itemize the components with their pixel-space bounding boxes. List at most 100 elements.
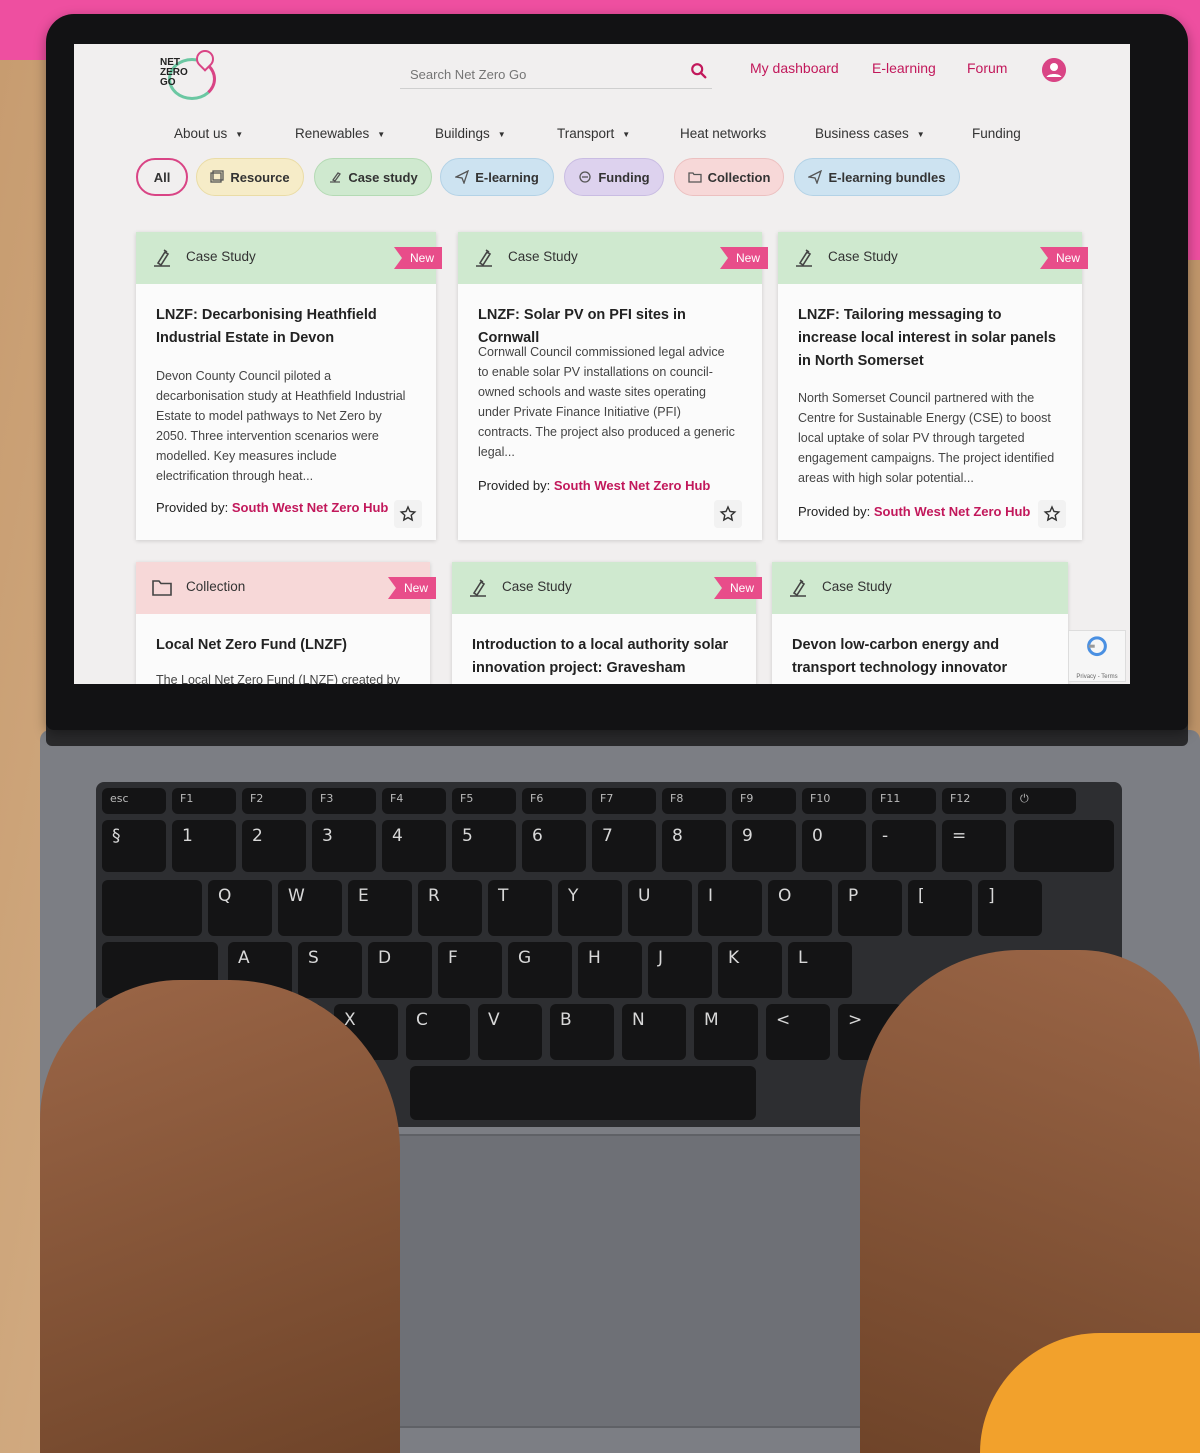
resource-card[interactable]: Case Study New LNZF: Decarbonising Heath… xyxy=(136,232,442,540)
keyboard-key[interactable]: 4 xyxy=(382,820,446,872)
card-type-label: Collection xyxy=(186,579,246,594)
keyboard-key[interactable]: 2 xyxy=(242,820,306,872)
keyboard-key[interactable]: K xyxy=(718,942,782,998)
filter-e-learning[interactable]: E-learning xyxy=(440,158,554,196)
card-title[interactable]: Devon low-carbon energy and transport te… xyxy=(792,634,1050,684)
keyboard-key[interactable]: F11 xyxy=(872,788,936,814)
card-provider: Provided by: South West Net Zero Hub xyxy=(478,478,711,493)
keyboard-key[interactable]: F9 xyxy=(732,788,796,814)
keyboard-key[interactable]: G xyxy=(508,942,572,998)
keyboard-key[interactable]: O xyxy=(768,880,832,936)
keyboard-key[interactable]: 0 xyxy=(802,820,866,872)
keyboard-key[interactable]: B xyxy=(550,1004,614,1060)
keyboard-key[interactable]: I xyxy=(698,880,762,936)
case-study-icon xyxy=(796,249,812,267)
nav-about-us[interactable]: About us ▼ xyxy=(174,126,243,141)
nav-buildings[interactable]: Buildings ▼ xyxy=(435,126,506,141)
nav-heat-networks[interactable]: Heat networks xyxy=(680,126,766,141)
resource-card[interactable]: Case Study New Introduction to a local a… xyxy=(452,562,762,684)
resource-card[interactable]: Case Study New LNZF: Tailoring messaging… xyxy=(778,232,1088,540)
keyboard-key[interactable]: F1 xyxy=(172,788,236,814)
keyboard-key[interactable]: § xyxy=(102,820,166,872)
new-badge: New xyxy=(713,577,762,599)
keyboard-key[interactable]: 1 xyxy=(172,820,236,872)
keyboard-key[interactable]: M xyxy=(694,1004,758,1060)
chevron-down-icon: ▼ xyxy=(235,129,244,139)
filter-all[interactable]: All xyxy=(136,158,188,196)
search-icon[interactable] xyxy=(690,62,708,80)
keyboard-key[interactable]: < xyxy=(766,1004,830,1060)
favourite-star-icon[interactable] xyxy=(394,500,422,528)
keyboard-key[interactable]: = xyxy=(942,820,1006,872)
keyboard-key[interactable]: Y xyxy=(558,880,622,936)
card-title[interactable]: LNZF: Decarbonising Heathfield Industria… xyxy=(156,304,418,350)
filter-collection[interactable]: Collection xyxy=(674,158,784,196)
nav-renewables[interactable]: Renewables ▼ xyxy=(295,126,385,141)
card-description: Cornwall Council commissioned legal advi… xyxy=(478,345,735,459)
keyboard-key[interactable]: 3 xyxy=(312,820,376,872)
keyboard-key[interactable]: J xyxy=(648,942,712,998)
favourite-star-icon[interactable] xyxy=(714,500,742,528)
e-learning-link[interactable]: E-learning xyxy=(872,60,936,76)
keyboard-key[interactable]: 6 xyxy=(522,820,586,872)
resource-card[interactable]: Case Study New LNZF: Solar PV on PFI sit… xyxy=(458,232,768,540)
keyboard-key[interactable]: R xyxy=(418,880,482,936)
keyboard-key[interactable]: H xyxy=(578,942,642,998)
keyboard-key[interactable]: F6 xyxy=(522,788,586,814)
keyboard-key[interactable]: C xyxy=(406,1004,470,1060)
keyboard-key[interactable]: L xyxy=(788,942,852,998)
resource-card[interactable]: Case Study Devon low-carbon energy and t… xyxy=(772,562,1068,684)
keyboard-key[interactable]: 8 xyxy=(662,820,726,872)
filter-funding[interactable]: Funding xyxy=(564,158,664,196)
keyboard-key[interactable]: F2 xyxy=(242,788,306,814)
nav-transport[interactable]: Transport ▼ xyxy=(557,126,630,141)
filter-e-learning-bundles[interactable]: E-learning bundles xyxy=(794,158,960,196)
card-header: Case Study New xyxy=(452,562,762,614)
resource-card[interactable]: Collection New Local Net Zero Fund (LNZF… xyxy=(136,562,436,684)
card-type-label: Case Study xyxy=(822,579,892,594)
nav-business-cases[interactable]: Business cases ▼ xyxy=(815,126,925,141)
keyboard-key[interactable]: D xyxy=(368,942,432,998)
keyboard-key[interactable]: ] xyxy=(978,880,1042,936)
filter-case-study[interactable]: Case study xyxy=(314,158,432,196)
recaptcha-badge[interactable]: Privacy - Terms xyxy=(1068,630,1126,682)
keyboard-key[interactable]: E xyxy=(348,880,412,936)
keyboard-key[interactable]: T xyxy=(488,880,552,936)
search-input[interactable] xyxy=(408,62,682,86)
keyboard-key[interactable]: F10 xyxy=(802,788,866,814)
keyboard-key[interactable]: F8 xyxy=(662,788,726,814)
my-dashboard-link[interactable]: My dashboard xyxy=(750,60,839,76)
favourite-star-icon[interactable] xyxy=(1038,500,1066,528)
keyboard-key[interactable]: 7 xyxy=(592,820,656,872)
user-account-icon[interactable] xyxy=(1042,58,1066,82)
keyboard-key[interactable]: - xyxy=(872,820,936,872)
keyboard-key[interactable]: esc xyxy=(102,788,166,814)
keyboard-key[interactable]: F xyxy=(438,942,502,998)
trackpad[interactable] xyxy=(366,1134,890,1428)
keyboard-key[interactable]: F7 xyxy=(592,788,656,814)
card-title[interactable]: LNZF: Tailoring messaging to increase lo… xyxy=(798,304,1064,373)
keyboard-key[interactable]: F12 xyxy=(942,788,1006,814)
keyboard-key[interactable] xyxy=(410,1066,756,1120)
keyboard-key[interactable]: 5 xyxy=(452,820,516,872)
keyboard-key[interactable]: S xyxy=(298,942,362,998)
keyboard-key[interactable]: V xyxy=(478,1004,542,1060)
keyboard-key[interactable]: W xyxy=(278,880,342,936)
keyboard-key[interactable]: P xyxy=(838,880,902,936)
keyboard-key[interactable]: N xyxy=(622,1004,686,1060)
keyboard-key[interactable]: [ xyxy=(908,880,972,936)
card-title[interactable]: Introduction to a local authority solar … xyxy=(472,634,738,684)
keyboard-key[interactable]: Q xyxy=(208,880,272,936)
keyboard-key[interactable]: U xyxy=(628,880,692,936)
keyboard-key[interactable]: F4 xyxy=(382,788,446,814)
keyboard-key[interactable] xyxy=(1014,820,1114,872)
keyboard-key[interactable]: F3 xyxy=(312,788,376,814)
nav-funding[interactable]: Funding xyxy=(972,126,1021,141)
keyboard-key[interactable]: F5 xyxy=(452,788,516,814)
card-title[interactable]: Local Net Zero Fund (LNZF) xyxy=(156,634,412,657)
keyboard-key[interactable] xyxy=(102,880,202,936)
filter-resource[interactable]: Resource xyxy=(196,158,304,196)
keyboard-key[interactable]: 9 xyxy=(732,820,796,872)
forum-link[interactable]: Forum xyxy=(967,60,1007,76)
keyboard-key[interactable]: ⏻ xyxy=(1012,788,1076,814)
